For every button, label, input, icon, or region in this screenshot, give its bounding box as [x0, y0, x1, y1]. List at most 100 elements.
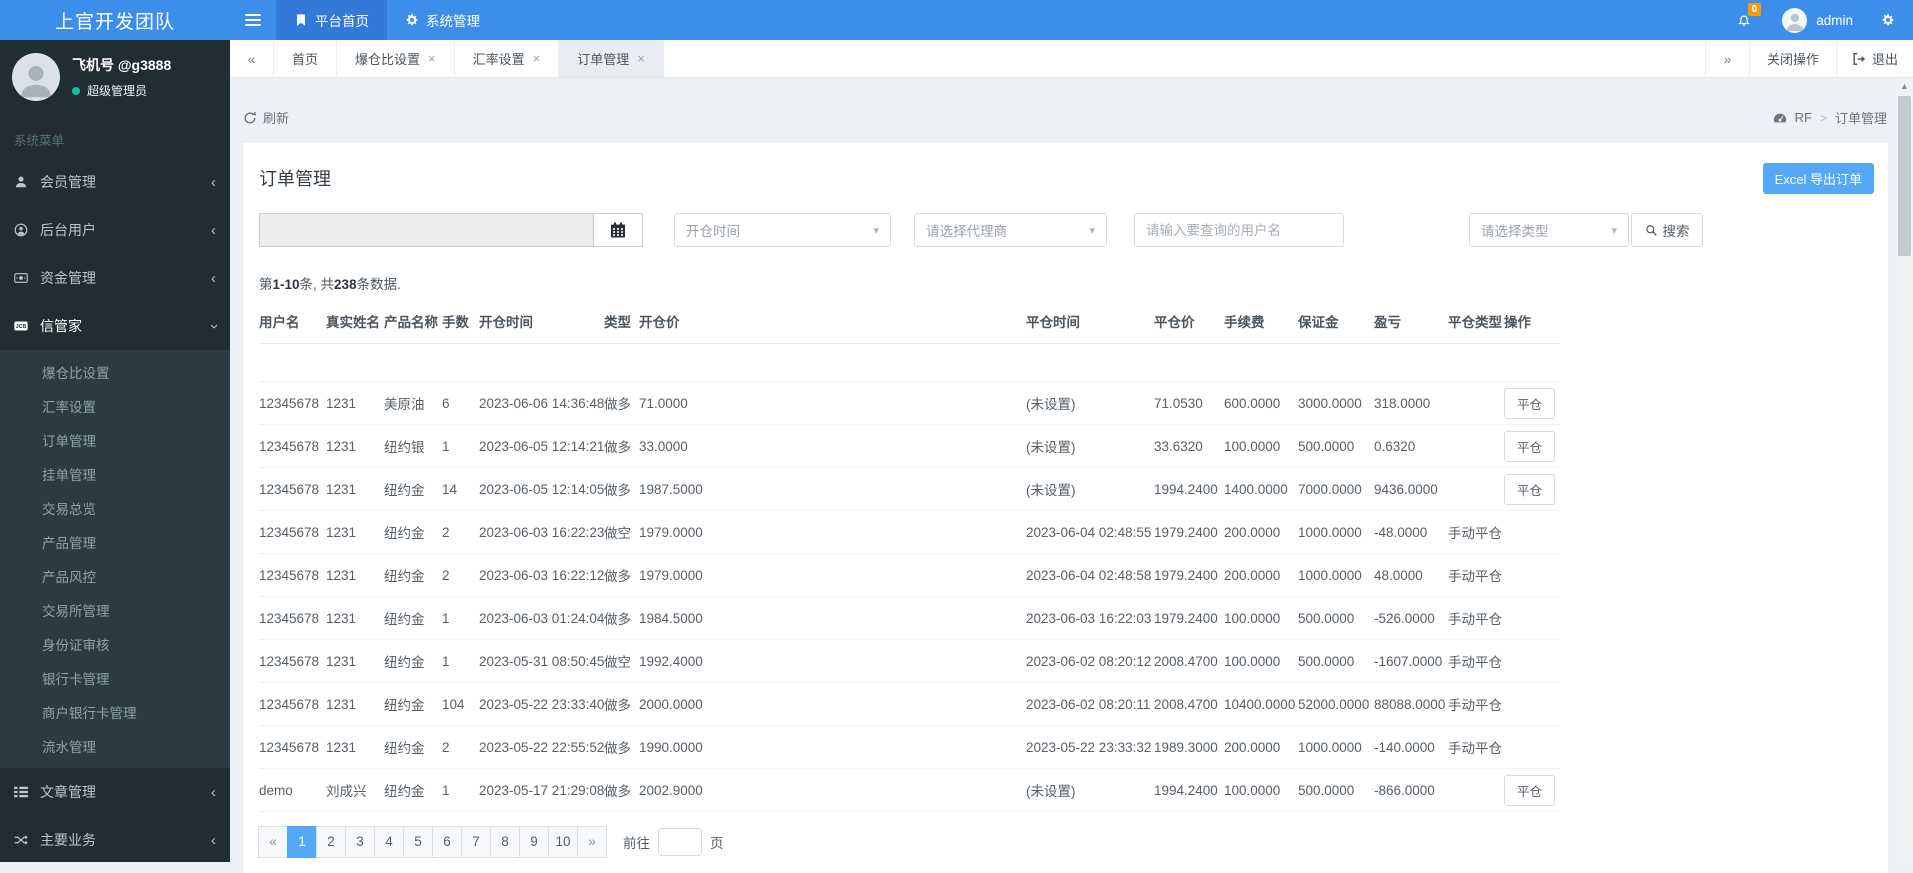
sidebar-item-label: 后台用户	[40, 222, 96, 238]
sidebar-subitem-9[interactable]: 银行卡管理	[0, 661, 230, 695]
pagination-page-6[interactable]: 6	[432, 826, 462, 858]
nav-item-label: 系统管理	[426, 14, 480, 29]
action-cell: 平仓	[1504, 467, 1560, 511]
pnl-cell: 48.0000	[1374, 553, 1448, 597]
top-navbar: 上官开发团队 平台首页 系统管理 0 admin	[0, 0, 1913, 40]
sidebar-subitem-10[interactable]: 商户银行卡管理	[0, 695, 230, 729]
sidebar-subitem-5[interactable]: 产品管理	[0, 525, 230, 559]
close-position-button[interactable]: 平仓	[1504, 774, 1556, 806]
sidebar-subitem-2[interactable]: 订单管理	[0, 423, 230, 457]
sidebar-subitem-3[interactable]: 挂单管理	[0, 457, 230, 491]
close-price-cell: 1979.2400	[1154, 553, 1224, 597]
bookmark-icon	[294, 13, 308, 27]
close-position-button[interactable]: 平仓	[1504, 473, 1556, 505]
sidebar-item-3[interactable]: JCB 信管家 ‹	[0, 302, 230, 350]
chevron-down-icon: ▾	[1611, 224, 1617, 237]
search-button[interactable]: 搜索	[1631, 213, 1703, 247]
notifications-button[interactable]: 0	[1722, 0, 1766, 40]
sidebar-subitem-8[interactable]: 身份证审核	[0, 627, 230, 661]
close-type-cell	[1448, 424, 1504, 468]
calendar-icon	[610, 222, 626, 238]
open-price-cell: 1979.0000	[639, 510, 1026, 554]
pagination-page-9[interactable]: 9	[519, 826, 549, 858]
vertical-scrollbar[interactable]: ▲	[1896, 78, 1913, 862]
settings-button[interactable]	[1869, 0, 1913, 40]
nav-item-0[interactable]: 平台首页	[276, 0, 387, 40]
chevron-left-icon: ‹	[211, 783, 216, 801]
open-price-cell: 2000.0000	[639, 682, 1026, 726]
tab-0[interactable]: 首页	[274, 40, 338, 77]
pagination-next-button[interactable]: »	[577, 826, 607, 858]
tabs-scroll-right-button[interactable]: »	[1704, 40, 1749, 77]
content-area: 刷新 RF > 订单管理 订单管理 Excel 导出订单 开仓时间 ▾ 请选择代…	[230, 78, 1913, 873]
nav-item-1[interactable]: 系统管理	[387, 0, 498, 40]
logout-button[interactable]: 退出	[1835, 40, 1913, 77]
pagination-page-1[interactable]: 1	[287, 826, 317, 858]
pagination-page-3[interactable]: 3	[345, 826, 375, 858]
action-cell: 平仓	[1504, 424, 1560, 468]
user-menu[interactable]: admin	[1766, 0, 1869, 40]
close-position-button[interactable]: 平仓	[1504, 430, 1556, 462]
tab-2[interactable]: 汇率设置 ×	[455, 40, 560, 77]
tab-label: 首页	[292, 52, 319, 67]
close-time-cell: 2023-05-22 23:33:32	[1026, 725, 1154, 769]
column-header-8: 平仓价	[1154, 301, 1224, 344]
agent-select[interactable]: 请选择代理商 ▾	[914, 213, 1107, 247]
type-select[interactable]: 请选择类型 ▾	[1469, 213, 1629, 247]
pagination-page-4[interactable]: 4	[374, 826, 404, 858]
sidebar-subitem-1[interactable]: 汇率设置	[0, 389, 230, 423]
sidebar-subitem-4[interactable]: 交易总览	[0, 491, 230, 525]
brand-logo: 上官开发团队	[54, 11, 175, 33]
sidebar-item-4[interactable]: 文章管理 ‹	[0, 768, 230, 816]
pagination-row: «1 2 3 4 5 6 7 8 9 10» 前往 页	[258, 826, 1872, 858]
tabs-scroll-left-button[interactable]: «	[230, 40, 274, 77]
tab-close-icon[interactable]: ×	[533, 51, 541, 66]
pagination-page-7[interactable]: 7	[461, 826, 491, 858]
pagination-page-10[interactable]: 10	[548, 826, 578, 858]
gears-icon	[1881, 13, 1895, 27]
sidebar-item-0[interactable]: 会员管理 ‹	[0, 158, 230, 206]
username-cell: 12345678	[259, 381, 326, 425]
sidebar-item-2[interactable]: 资金管理 ‹	[0, 254, 230, 302]
pagination-page-2[interactable]: 2	[316, 826, 346, 858]
shuffle-icon	[14, 833, 40, 847]
sidebar-subitem-6[interactable]: 产品风控	[0, 559, 230, 593]
sidebar-section-label: 系统菜单	[14, 134, 65, 148]
sidebar-subitem-7[interactable]: 交易所管理	[0, 593, 230, 627]
sidebar-item-1[interactable]: 后台用户 ‹	[0, 206, 230, 254]
date-range-input[interactable]	[259, 213, 593, 247]
fee-cell: 200.0000	[1224, 725, 1298, 769]
excel-export-button[interactable]: Excel 导出订单	[1762, 163, 1874, 194]
calendar-button[interactable]	[593, 213, 643, 247]
open-time-select[interactable]: 开仓时间 ▾	[674, 213, 891, 247]
tab-3[interactable]: 订单管理 ×	[559, 40, 664, 77]
sidebar-item-5[interactable]: 主要业务 ‹	[0, 816, 230, 864]
sidebar-subitem-11[interactable]: 流水管理	[0, 729, 230, 763]
open-time-cell: 2023-05-22 23:33:40	[479, 682, 604, 726]
type-cell: 做多	[604, 553, 639, 597]
tab-1[interactable]: 爆仓比设置 ×	[337, 40, 455, 77]
close-time-cell: 2023-06-03 16:22:03	[1026, 596, 1154, 640]
pagination-page-5[interactable]: 5	[403, 826, 433, 858]
tab-close-icon[interactable]: ×	[428, 51, 436, 66]
pnl-cell: 88088.0000	[1374, 682, 1448, 726]
refresh-button[interactable]: 刷新	[243, 108, 289, 127]
username-search-input[interactable]	[1134, 213, 1344, 247]
close-position-button[interactable]: 平仓	[1504, 387, 1556, 419]
margin-cell: 1000.0000	[1298, 553, 1374, 597]
scroll-up-arrow-icon[interactable]: ▲	[1896, 78, 1913, 94]
page-jump-input[interactable]	[658, 828, 702, 856]
sidebar-subitem-0[interactable]: 爆仓比设置	[0, 355, 230, 389]
pagination-page-8[interactable]: 8	[490, 826, 520, 858]
tab-close-icon[interactable]: ×	[637, 51, 645, 66]
username-cell: 12345678	[259, 467, 326, 511]
breadcrumb-root[interactable]: RF	[1795, 110, 1812, 125]
money-icon	[14, 271, 40, 285]
user-circle-icon	[14, 223, 40, 237]
scrollbar-thumb[interactable]	[1898, 96, 1911, 256]
lots-cell: 2	[442, 725, 479, 769]
product-cell: 纽约金	[384, 467, 442, 511]
sidebar-toggle-button[interactable]	[230, 0, 276, 40]
pagination-prev-button[interactable]: «	[258, 826, 288, 858]
close-operations-button[interactable]: 关闭操作	[1748, 40, 1836, 77]
